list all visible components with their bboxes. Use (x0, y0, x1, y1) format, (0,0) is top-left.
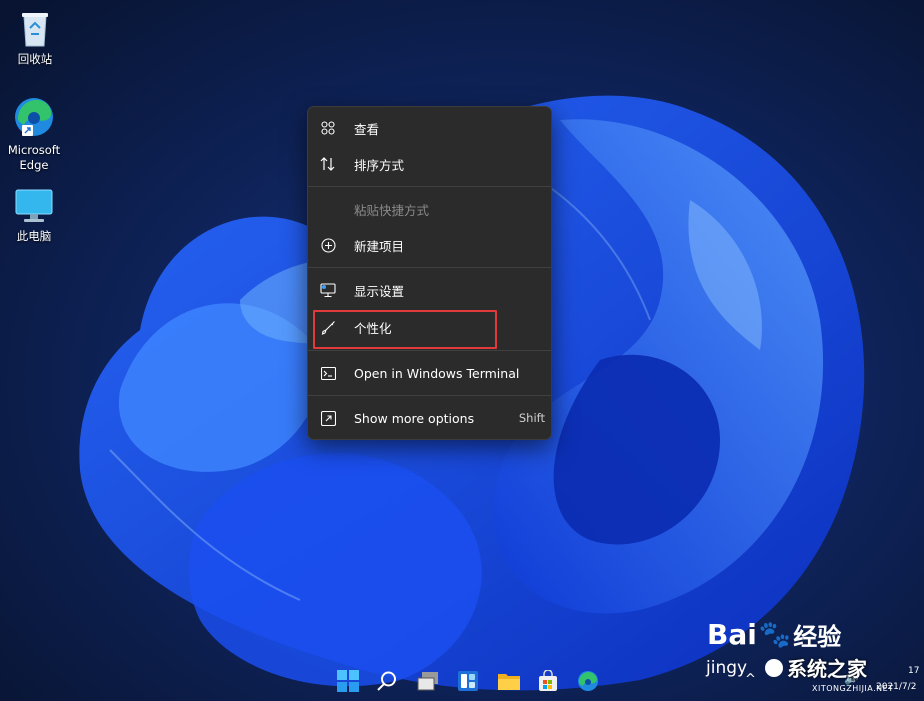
menu-item-label: 显示设置 (354, 283, 405, 299)
edge-icon (15, 98, 53, 136)
store-button[interactable] (535, 668, 561, 694)
menu-item-label: Show more options (354, 410, 475, 426)
menu-item-label: 粘贴快捷方式 (354, 202, 430, 218)
desktop-icon-recycle-bin[interactable]: 回收站 (0, 8, 70, 67)
display-icon (320, 282, 336, 298)
desktop-icon-this-pc[interactable]: 此电脑 (0, 187, 69, 244)
watermark-baidu-text: Bai (707, 618, 757, 651)
search-button[interactable] (374, 668, 400, 694)
edge-icon (578, 671, 598, 691)
menu-separator (308, 395, 551, 396)
file-explorer-button[interactable] (496, 668, 522, 694)
tray-time[interactable]: 17 (908, 666, 919, 676)
task-view-button[interactable] (415, 668, 441, 694)
watermark-site: 系统之家 (765, 653, 867, 682)
file-explorer-icon (498, 674, 520, 690)
start-icon (337, 670, 359, 692)
menu-item-shortcut: Shift (518, 411, 545, 425)
highlight-box (313, 310, 497, 349)
store-icon (539, 670, 557, 691)
context-menu: 查看 排序方式 粘贴快捷方式 新建项目 显示设置 个性化 Open in Win… (307, 106, 552, 440)
grid-icon (320, 120, 336, 136)
menu-separator (308, 350, 551, 351)
widgets-button[interactable] (455, 668, 481, 694)
start-button[interactable] (335, 668, 361, 694)
menu-item-label: 查看 (354, 121, 380, 137)
share-icon (320, 410, 336, 426)
menu-item-label: 排序方式 (354, 157, 405, 173)
menu-item-paste-shortcut: 粘贴快捷方式 (314, 192, 545, 226)
menu-separator (308, 267, 551, 268)
menu-item-show-more-options[interactable]: Show more options Shift (314, 401, 545, 435)
desktop-icon-label: 回收站 (17, 52, 53, 66)
desktop-icon-edge[interactable]: Microsoft Edge (0, 95, 69, 173)
plus-circle-icon (320, 237, 336, 253)
menu-item-new[interactable]: 新建项目 (314, 228, 545, 262)
task-view-icon (417, 672, 438, 691)
menu-item-label: 新建项目 (354, 238, 405, 254)
recycle-bin-icon (22, 13, 48, 47)
desktop-icon-label: 此电脑 (16, 229, 52, 243)
sort-icon (320, 156, 336, 172)
search-icon (377, 671, 396, 691)
watermark-baidu: Bai 🐾 经验 (707, 617, 841, 652)
menu-item-view[interactable]: 查看 (314, 111, 545, 145)
watermark-site-name: 系统之家 (787, 657, 867, 681)
terminal-icon (320, 365, 336, 381)
watermark-jingyan-text: 经验 (793, 623, 842, 651)
widgets-icon (458, 671, 478, 691)
menu-item-open-terminal[interactable]: Open in Windows Terminal (314, 356, 545, 390)
menu-item-sort[interactable]: 排序方式 (314, 147, 545, 181)
menu-item-label: Open in Windows Terminal (354, 365, 520, 381)
menu-separator (308, 186, 551, 187)
menu-item-display-settings[interactable]: 显示设置 (314, 273, 545, 307)
site-logo-icon (765, 658, 783, 677)
desktop-icon-label: Microsoft Edge (7, 143, 61, 172)
watermark-baidu-url: jingy (706, 658, 748, 678)
edge-taskbar-button[interactable] (575, 668, 601, 694)
paw-icon: 🐾 (758, 619, 792, 650)
monitor-icon (15, 189, 53, 222)
watermark-site-url: XITONGZHIJIA.NET (812, 684, 894, 693)
